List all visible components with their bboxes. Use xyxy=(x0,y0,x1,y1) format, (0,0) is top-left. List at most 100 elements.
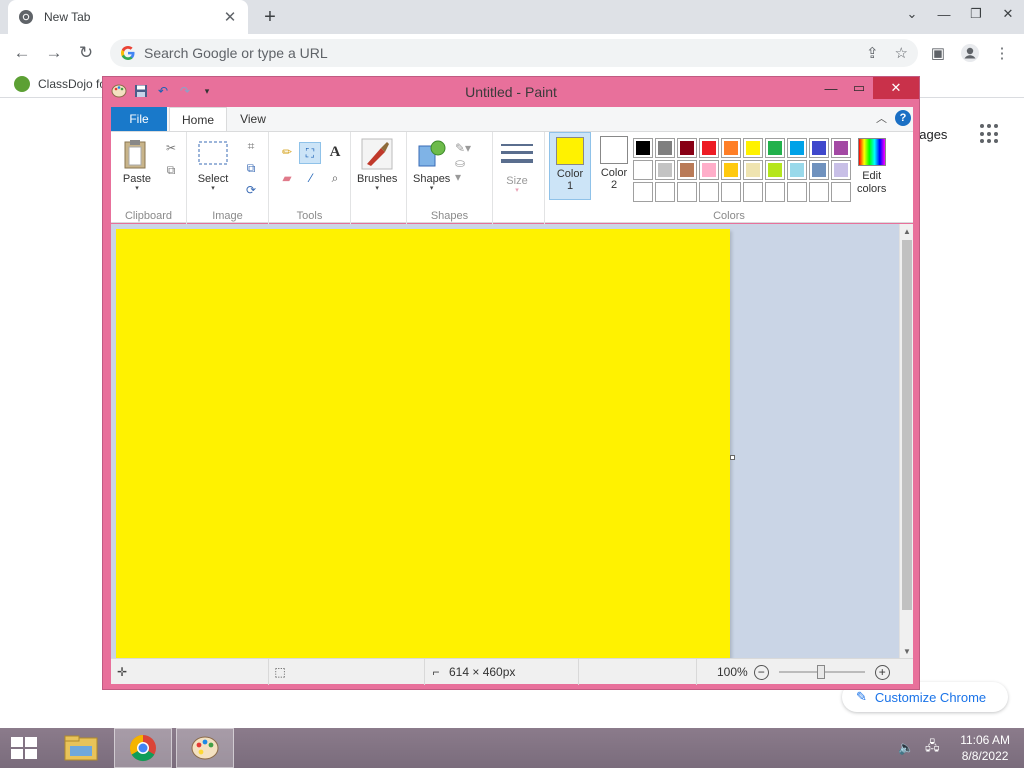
new-tab-button[interactable]: + xyxy=(258,5,282,29)
drawing-canvas[interactable] xyxy=(116,229,730,658)
size-button[interactable]: Size ▾ xyxy=(501,140,533,195)
paint-taskbar[interactable] xyxy=(176,728,234,768)
palette-swatch[interactable] xyxy=(765,160,785,180)
palette-swatch[interactable] xyxy=(831,160,851,180)
palette-swatch[interactable] xyxy=(787,182,807,202)
palette-swatch[interactable] xyxy=(699,138,719,158)
more-menu-icon[interactable]: ⋮ xyxy=(990,41,1014,65)
zoom-out-icon[interactable]: − xyxy=(753,664,769,680)
palette-swatch[interactable] xyxy=(809,160,829,180)
palette-swatch[interactable] xyxy=(677,182,697,202)
tab-new-tab[interactable]: New Tab ✕ xyxy=(8,0,248,34)
brushes-button[interactable]: Brushes ▾ xyxy=(357,138,397,193)
tab-view[interactable]: View xyxy=(229,107,277,131)
address-bar[interactable]: Search Google or type a URL ⇪ ☆ xyxy=(110,39,918,67)
palette-swatch[interactable] xyxy=(787,138,807,158)
palette-swatch[interactable] xyxy=(721,182,741,202)
color-picker-icon[interactable]: ⁄ xyxy=(303,170,319,186)
resize-icon[interactable]: ⧉ xyxy=(243,160,259,176)
side-panel-icon[interactable]: ▣ xyxy=(926,41,950,65)
crop-icon[interactable]: ⌗ xyxy=(243,138,259,154)
reload-icon[interactable]: ↻ xyxy=(74,41,98,65)
fill-tool-icon[interactable]: ⛶ xyxy=(299,142,321,164)
color1-button[interactable]: Color 1 xyxy=(549,132,591,200)
shapes-dropdown-icon[interactable]: ▾ xyxy=(430,185,434,193)
fill-icon[interactable]: ⛀▾ xyxy=(455,156,471,184)
palette-swatch[interactable] xyxy=(633,160,653,180)
scroll-thumb[interactable] xyxy=(902,240,912,610)
tab-home[interactable]: Home xyxy=(169,107,227,131)
palette-swatch[interactable] xyxy=(743,138,763,158)
tab-file[interactable]: File xyxy=(111,107,167,131)
network-icon[interactable]: 🖧 xyxy=(922,738,942,758)
palette-swatch[interactable] xyxy=(743,160,763,180)
palette-swatch[interactable] xyxy=(677,138,697,158)
clock[interactable]: 11:06 AM 8/8/2022 xyxy=(960,732,1010,764)
apps-grid-icon[interactable] xyxy=(980,124,1000,144)
edit-colors-button[interactable]: Edit colors xyxy=(857,138,886,196)
outline-icon[interactable]: ✎▾ xyxy=(455,140,471,156)
paint-minimize-icon[interactable]: — xyxy=(817,77,845,99)
palette-swatch[interactable] xyxy=(809,138,829,158)
text-tool-icon[interactable]: A xyxy=(327,144,343,160)
eraser-tool-icon[interactable]: ▰ xyxy=(279,170,295,186)
palette-swatch[interactable] xyxy=(831,138,851,158)
palette-swatch[interactable] xyxy=(655,138,675,158)
share-icon[interactable]: ⇪ xyxy=(866,44,879,62)
close-tab-icon[interactable]: ✕ xyxy=(222,8,238,26)
help-icon[interactable]: ? xyxy=(895,110,911,126)
vertical-scrollbar[interactable]: ▲ ▼ xyxy=(899,224,913,658)
palette-swatch[interactable] xyxy=(655,160,675,180)
size-dropdown-icon[interactable]: ▾ xyxy=(515,187,519,195)
forward-icon[interactable]: → xyxy=(42,41,66,65)
palette-swatch[interactable] xyxy=(809,182,829,202)
palette-swatch[interactable] xyxy=(743,182,763,202)
minimize-icon[interactable]: — xyxy=(928,0,960,28)
paste-dropdown-icon[interactable]: ▾ xyxy=(135,185,139,193)
bookmark-star-icon[interactable]: ☆ xyxy=(895,44,908,62)
windows-start-icon[interactable] xyxy=(10,736,38,760)
back-icon[interactable]: ← xyxy=(10,41,34,65)
palette-swatch[interactable] xyxy=(721,138,741,158)
palette-swatch[interactable] xyxy=(831,182,851,202)
palette-swatch[interactable] xyxy=(721,160,741,180)
zoom-slider[interactable] xyxy=(778,665,865,679)
palette-swatch[interactable] xyxy=(765,182,785,202)
minimize-ribbon-icon[interactable]: ︿ xyxy=(876,110,887,126)
pencil-tool-icon[interactable]: ✏ xyxy=(279,144,295,160)
zoom-slider-knob[interactable] xyxy=(816,665,825,679)
paint-titlebar[interactable]: ↶ ↷ ▾ Untitled - Paint — ▭ ✕ xyxy=(103,77,919,107)
file-explorer-taskbar[interactable] xyxy=(52,728,110,768)
magnifier-icon[interactable]: ⌕ xyxy=(327,170,343,186)
bookmark-classdojo[interactable]: ClassDojo fo xyxy=(14,76,106,92)
palette-swatch[interactable] xyxy=(699,182,719,202)
palette-swatch[interactable] xyxy=(787,160,807,180)
paint-close-icon[interactable]: ✕ xyxy=(873,77,919,99)
tab-search-icon[interactable]: ⌄ xyxy=(896,0,928,28)
zoom-in-icon[interactable]: + xyxy=(874,664,890,680)
canvas-resize-handle[interactable] xyxy=(730,455,735,460)
restore-icon[interactable]: ❐ xyxy=(960,0,992,28)
palette-swatch[interactable] xyxy=(677,160,697,180)
shapes-button[interactable]: Shapes ▾ xyxy=(413,138,450,193)
scroll-down-icon[interactable]: ▼ xyxy=(900,644,914,658)
brushes-dropdown-icon[interactable]: ▾ xyxy=(375,185,379,193)
palette-swatch[interactable] xyxy=(655,182,675,202)
color2-button[interactable]: Color 2 xyxy=(593,132,635,200)
rotate-icon[interactable]: ⟳ xyxy=(243,182,259,198)
address-input[interactable]: Search Google or type a URL xyxy=(144,45,866,61)
close-icon[interactable]: ✕ xyxy=(992,0,1024,28)
paint-maximize-icon[interactable]: ▭ xyxy=(845,77,873,99)
profile-avatar-icon[interactable] xyxy=(958,41,982,65)
select-dropdown-icon[interactable]: ▾ xyxy=(211,185,215,193)
cut-icon[interactable]: ✂ xyxy=(163,140,179,156)
chrome-taskbar[interactable] xyxy=(114,728,172,768)
volume-muted-icon[interactable]: 🔈 xyxy=(896,738,916,758)
scroll-up-icon[interactable]: ▲ xyxy=(900,224,914,238)
select-button[interactable]: Select ▾ xyxy=(197,138,229,193)
palette-swatch[interactable] xyxy=(633,182,653,202)
palette-swatch[interactable] xyxy=(765,138,785,158)
paste-button[interactable]: Paste ▾ xyxy=(121,138,153,193)
palette-swatch[interactable] xyxy=(699,160,719,180)
palette-swatch[interactable] xyxy=(633,138,653,158)
